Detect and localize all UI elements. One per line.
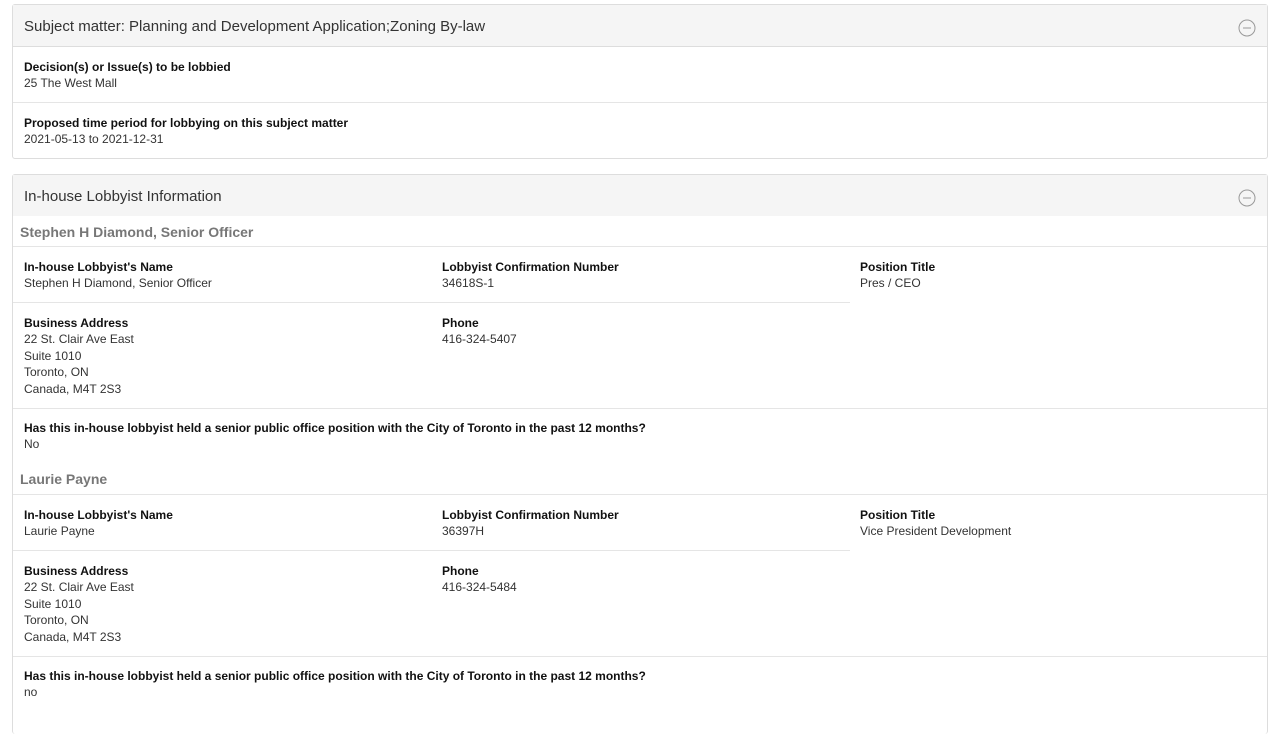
senior-office-label: Has this in-house lobbyist held a senior… — [24, 669, 646, 683]
minus-circle-icon[interactable] — [1238, 19, 1256, 37]
divider — [13, 302, 850, 303]
lobbyist-panel: In-house Lobbyist Information Stephen H … — [12, 174, 1268, 734]
subject-matter-panel: Subject matter: Planning and Development… — [12, 4, 1268, 159]
position-title-field: Position Title Pres / CEO — [860, 260, 935, 292]
divider — [13, 656, 1267, 657]
lobbyist-name-value: Laurie Payne — [24, 524, 95, 538]
lobbyist-heading: Laurie Payne — [20, 471, 108, 487]
business-address-label: Business Address — [24, 564, 129, 578]
subject-matter-title: Subject matter: Planning and Development… — [24, 18, 485, 36]
lobbyist-name-value: Stephen H Diamond, Senior Officer — [24, 276, 212, 290]
address-line: Toronto, ON — [24, 613, 89, 627]
business-address-field: Business Address 22 St. Clair Ave East S… — [24, 564, 134, 645]
business-address-label: Business Address — [24, 316, 129, 330]
address-line: Canada, M4T 2S3 — [24, 381, 122, 396]
phone-field: Phone 416-324-5407 — [442, 316, 517, 348]
decisions-field: Decision(s) or Issue(s) to be lobbied 25… — [24, 60, 231, 92]
position-title-value: Vice President Development — [860, 524, 1012, 538]
lobbyist-panel-header[interactable]: In-house Lobbyist Information — [13, 175, 1267, 216]
confirmation-number-field: Lobbyist Confirmation Number 36397H — [442, 508, 619, 540]
confirmation-number-field: Lobbyist Confirmation Number 34618S-1 — [442, 260, 619, 292]
senior-office-value: No — [24, 437, 40, 451]
senior-office-label: Has this in-house lobbyist held a senior… — [24, 421, 646, 435]
address-line: 22 St. Clair Ave East — [24, 332, 134, 346]
minus-circle-icon[interactable] — [1238, 189, 1256, 207]
subject-matter-title-prefix: Subject matter: — [24, 18, 130, 35]
lobbyist-name-field: In-house Lobbyist's Name Stephen H Diamo… — [24, 260, 212, 292]
subject-matter-header[interactable]: Subject matter: Planning and Development… — [13, 5, 1267, 47]
decisions-value: 25 The West Mall — [24, 76, 117, 90]
position-title-label: Position Title — [860, 508, 936, 522]
phone-label: Phone — [442, 316, 479, 330]
address-line: Suite 1010 — [24, 348, 82, 363]
senior-office-field: Has this in-house lobbyist held a senior… — [24, 669, 646, 701]
senior-office-value: no — [24, 685, 38, 699]
confirmation-number-label: Lobbyist Confirmation Number — [442, 508, 619, 522]
lobbyist-name-field: In-house Lobbyist's Name Laurie Payne — [24, 508, 173, 540]
period-value: 2021-05-13 to 2021-12-31 — [24, 132, 164, 146]
phone-value: 416-324-5407 — [442, 332, 517, 346]
divider — [13, 494, 1267, 495]
address-line: Toronto, ON — [24, 365, 89, 379]
lobbyist-name-label: In-house Lobbyist's Name — [24, 260, 173, 274]
confirmation-number-label: Lobbyist Confirmation Number — [442, 260, 619, 274]
period-field: Proposed time period for lobbying on thi… — [24, 116, 348, 148]
senior-office-field: Has this in-house lobbyist held a senior… — [24, 421, 646, 453]
address-line: Suite 1010 — [24, 596, 82, 611]
lobbyist-name-label: In-house Lobbyist's Name — [24, 508, 173, 522]
lobbyist-panel-title: In-house Lobbyist Information — [24, 188, 222, 205]
address-line: Canada, M4T 2S3 — [24, 629, 122, 644]
phone-field: Phone 416-324-5484 — [442, 564, 517, 596]
phone-label: Phone — [442, 564, 479, 578]
subject-matter-title-value: Planning and Development Application;Zon… — [129, 18, 486, 35]
lobbyist-heading: Stephen H Diamond, Senior Officer — [20, 224, 254, 240]
business-address-field: Business Address 22 St. Clair Ave East S… — [24, 316, 134, 397]
phone-value: 416-324-5484 — [442, 580, 517, 594]
divider — [13, 408, 1267, 409]
period-label: Proposed time period for lobbying on thi… — [24, 116, 349, 130]
address-line: 22 St. Clair Ave East — [24, 580, 134, 594]
divider — [13, 246, 1267, 247]
position-title-field: Position Title Vice President Developmen… — [860, 508, 1011, 540]
confirmation-number-value: 34618S-1 — [442, 276, 495, 290]
divider — [13, 550, 850, 551]
position-title-value: Pres / CEO — [860, 276, 921, 290]
confirmation-number-value: 36397H — [442, 524, 485, 538]
divider — [13, 102, 1267, 103]
position-title-label: Position Title — [860, 260, 936, 274]
decisions-label: Decision(s) or Issue(s) to be lobbied — [24, 60, 231, 74]
